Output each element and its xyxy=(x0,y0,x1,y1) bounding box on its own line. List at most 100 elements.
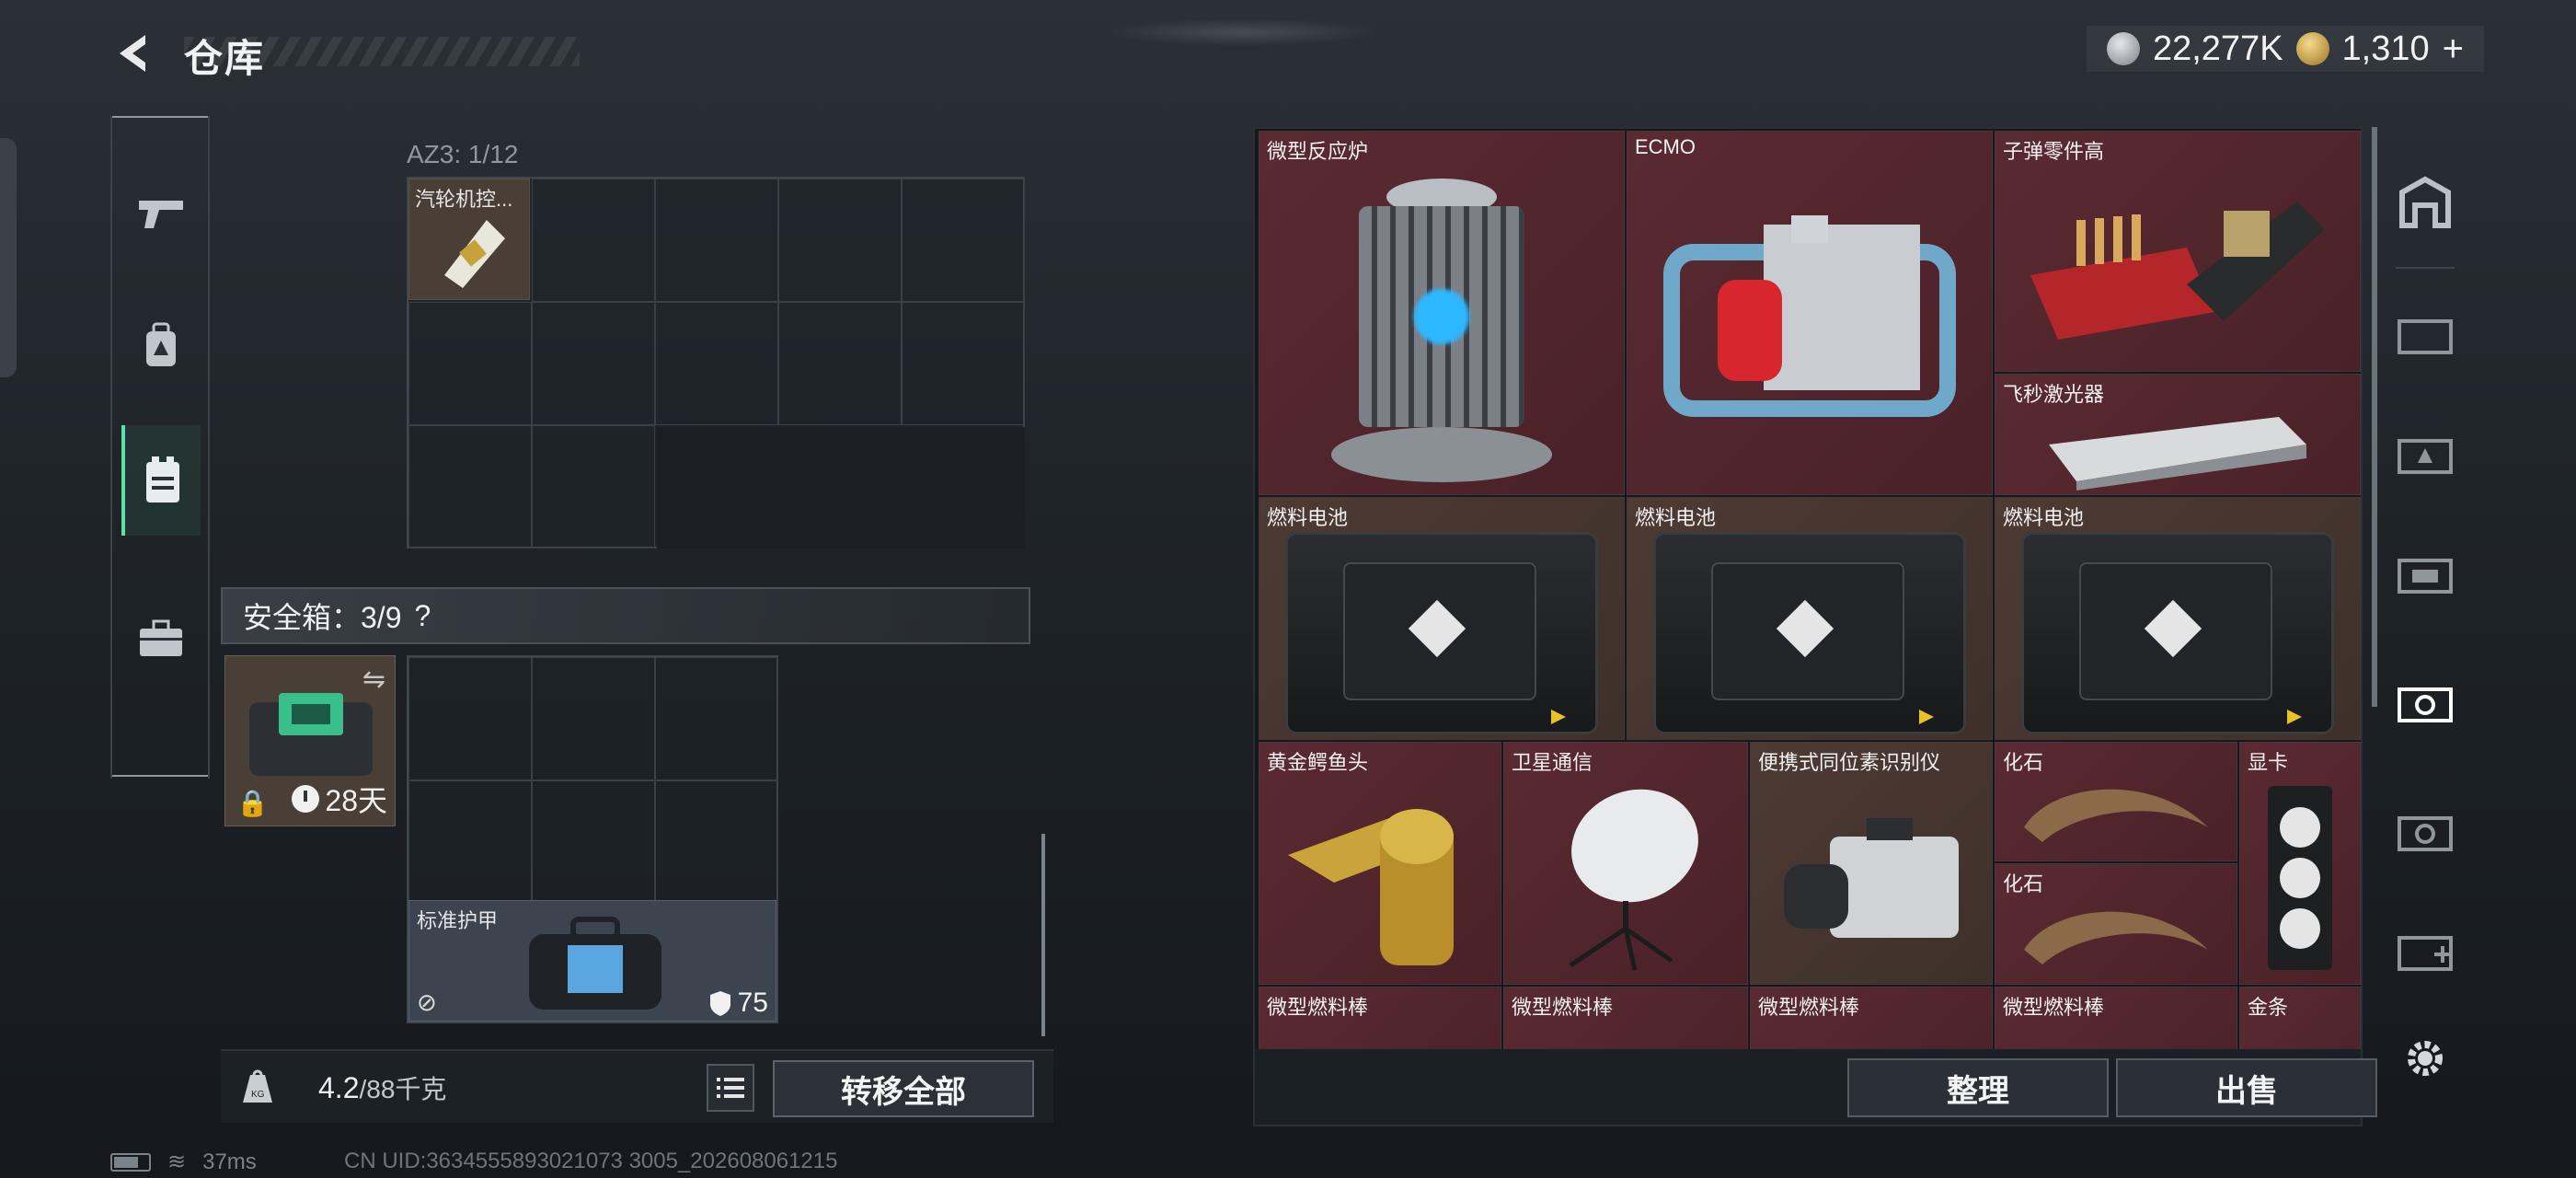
ammo-parts-item[interactable]: 子弹零件高 xyxy=(1995,131,2361,372)
fuel-cell-item[interactable]: 燃料电池 xyxy=(1627,497,1993,740)
fossil-item[interactable]: 化石 xyxy=(1995,742,2237,861)
item-name: 标准护甲 xyxy=(417,909,499,932)
battery-icon xyxy=(110,1152,151,1172)
tab-stash-5[interactable] xyxy=(2388,773,2462,884)
currency-bar: 22,277K 1,310 + xyxy=(2086,26,2484,72)
armor-durability-value: 75 xyxy=(737,987,768,1018)
isotope-identifier-item[interactable]: 便携式同位素识别仪 xyxy=(1750,742,1993,985)
fuel-cell-item[interactable]: 燃料电池 xyxy=(1995,497,2361,740)
safe-box-header: 安全箱：3/9 ? xyxy=(221,587,1030,644)
ecmo-item[interactable]: ECMO xyxy=(1627,131,1993,495)
grid-cell[interactable] xyxy=(408,425,532,549)
weight-icon: KG xyxy=(232,1062,283,1114)
item-label: 黄金鳄鱼头 xyxy=(1267,751,1369,774)
left-category-nav xyxy=(110,116,210,779)
stash-tab-1-icon xyxy=(2398,319,2453,354)
back-button[interactable] xyxy=(109,28,160,79)
sell-button[interactable]: 出售 xyxy=(2116,1058,2377,1117)
item-label: 微型反应炉 xyxy=(1267,140,1369,163)
wifi-icon: ≋ xyxy=(167,1149,187,1174)
graphics-card-icon xyxy=(2268,785,2332,970)
expiry-days-label: 28天 xyxy=(325,784,387,817)
stash-grid[interactable]: 微型反应炉 ECMO 子弹零件高 飞秒激光器 燃料电池 燃料电池 燃料电池 黄金… xyxy=(1253,127,2363,1126)
backpack-icon xyxy=(146,322,176,366)
current-weight: 4.2 xyxy=(318,1071,360,1104)
tab-separator xyxy=(2396,267,2455,269)
golden-crocodile-head-item[interactable]: 黄金鳄鱼头 xyxy=(1259,742,1501,985)
micro-reactor-item[interactable]: 微型反应炉 xyxy=(1259,131,1625,495)
turbine-control-item[interactable]: 汽轮机控... xyxy=(408,179,530,300)
grid-cell[interactable] xyxy=(655,179,778,302)
safe-box-item[interactable]: ⇋ 🔒 28天 xyxy=(224,655,396,826)
grid-cell[interactable] xyxy=(778,179,902,302)
tab-all-stash[interactable] xyxy=(2388,147,2462,258)
grid-cell[interactable] xyxy=(532,657,655,780)
grid-cell[interactable] xyxy=(408,780,532,904)
item-label: 卫星通信 xyxy=(1512,751,1593,774)
shield-icon xyxy=(709,991,730,1016)
nav-item-backpack[interactable] xyxy=(121,291,201,401)
grid-empty-area xyxy=(657,427,1025,549)
stash-tab-nav xyxy=(2383,129,2466,1132)
stash-scrollbar[interactable] xyxy=(2372,127,2377,707)
item-label: 燃料电池 xyxy=(1267,506,1349,529)
safe-box-label: 安全箱：3/9 xyxy=(243,601,402,634)
grid-cell[interactable] xyxy=(408,302,532,425)
carry-weight: 4.2/88千克 xyxy=(318,1069,446,1106)
fuel-cell-icon xyxy=(2021,531,2334,734)
graphics-card-item[interactable]: 显卡 xyxy=(2239,742,2361,985)
ping-value: 37ms xyxy=(202,1149,257,1174)
weight-capacity: /88千克 xyxy=(359,1075,447,1103)
list-view-button[interactable] xyxy=(707,1064,754,1112)
container-capacity-label: AZ3: 1/12 xyxy=(407,140,519,168)
tab-stash-2[interactable] xyxy=(2388,396,2462,506)
transfer-all-button[interactable]: 转移全部 xyxy=(773,1060,1034,1117)
nav-item-weapons[interactable] xyxy=(121,158,201,269)
stash-tab-4-icon xyxy=(2398,687,2453,722)
item-label: 燃料电池 xyxy=(1635,506,1717,529)
ammo-parts-icon xyxy=(2030,201,2325,340)
grid-cell[interactable] xyxy=(778,302,902,425)
fuel-cell-item[interactable]: 燃料电池 xyxy=(1259,497,1625,740)
stash-tab-5-icon xyxy=(2398,816,2453,851)
equipment-scrollbar[interactable] xyxy=(1041,834,1045,1036)
screen-edge-tab[interactable] xyxy=(0,138,17,377)
satellite-comm-item[interactable]: 卫星通信 xyxy=(1503,742,1748,985)
clock-icon xyxy=(292,785,320,813)
stash-tab-3-icon xyxy=(2398,559,2453,594)
tab-stash-1[interactable] xyxy=(2388,276,2462,387)
briefcase-icon xyxy=(140,619,182,656)
tab-stash-6-add[interactable] xyxy=(2388,893,2462,1003)
nav-bottom-line xyxy=(112,775,208,777)
sort-button[interactable]: 整理 xyxy=(1847,1058,2109,1117)
grid-cell[interactable] xyxy=(532,780,655,904)
item-label: 微型燃料棒 xyxy=(1512,996,1614,1019)
control-module-icon xyxy=(444,220,505,288)
grid-cell[interactable] xyxy=(408,657,532,780)
grid-cell[interactable] xyxy=(902,179,1025,302)
fossil-item[interactable]: 化石 xyxy=(1995,863,2237,985)
grid-cell[interactable] xyxy=(532,425,655,549)
vest-icon xyxy=(146,456,179,502)
tab-stash-4[interactable] xyxy=(2388,644,2462,755)
grid-cell[interactable] xyxy=(532,302,655,425)
grid-cell[interactable] xyxy=(655,657,778,780)
item-name: 汽轮机控... xyxy=(415,188,513,211)
nav-top-line xyxy=(112,116,208,118)
tab-stash-3[interactable] xyxy=(2388,515,2462,626)
list-icon xyxy=(717,1078,744,1098)
femtosecond-laser-item[interactable]: 飞秒激光器 xyxy=(1995,374,2361,495)
grid-cell[interactable] xyxy=(655,780,778,904)
help-button[interactable]: ? xyxy=(415,599,431,633)
standard-armor-item[interactable]: 标准护甲 ⊘ 75 xyxy=(408,900,776,1022)
gear-icon xyxy=(2408,1041,2443,1076)
grid-cell[interactable] xyxy=(902,302,1025,425)
nav-item-case[interactable] xyxy=(121,583,201,694)
nav-item-vest[interactable] xyxy=(121,425,201,536)
grid-cell[interactable] xyxy=(532,179,655,302)
page-title: 仓库 xyxy=(184,37,266,80)
settings-button[interactable] xyxy=(2388,1003,2462,1114)
add-currency-button[interactable]: + xyxy=(2443,29,2464,70)
item-label: 便携式同位素识别仪 xyxy=(1758,751,1941,774)
grid-cell[interactable] xyxy=(655,302,778,425)
